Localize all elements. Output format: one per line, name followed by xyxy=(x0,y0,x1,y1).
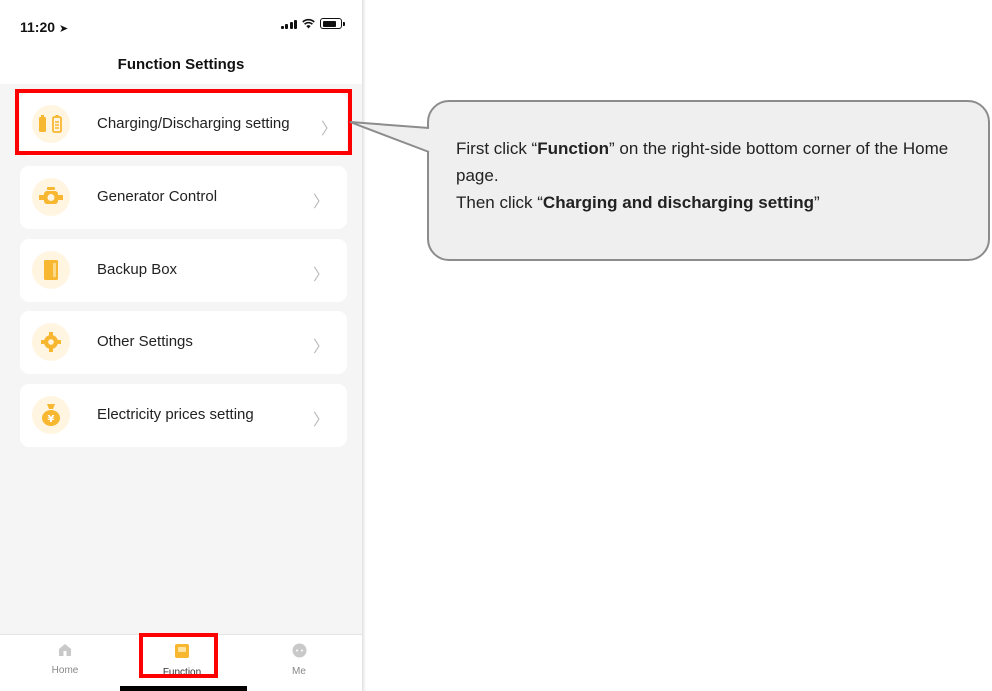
callout-pointer xyxy=(349,121,430,153)
